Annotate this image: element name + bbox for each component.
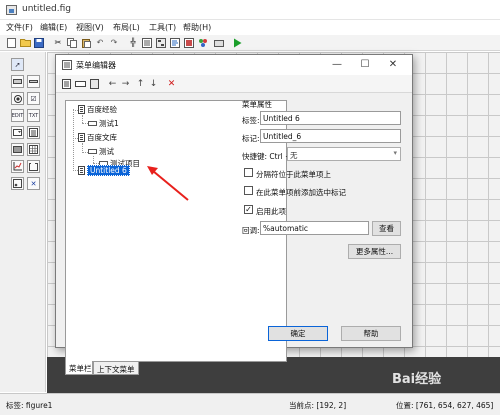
annotation-arrow	[147, 166, 189, 201]
